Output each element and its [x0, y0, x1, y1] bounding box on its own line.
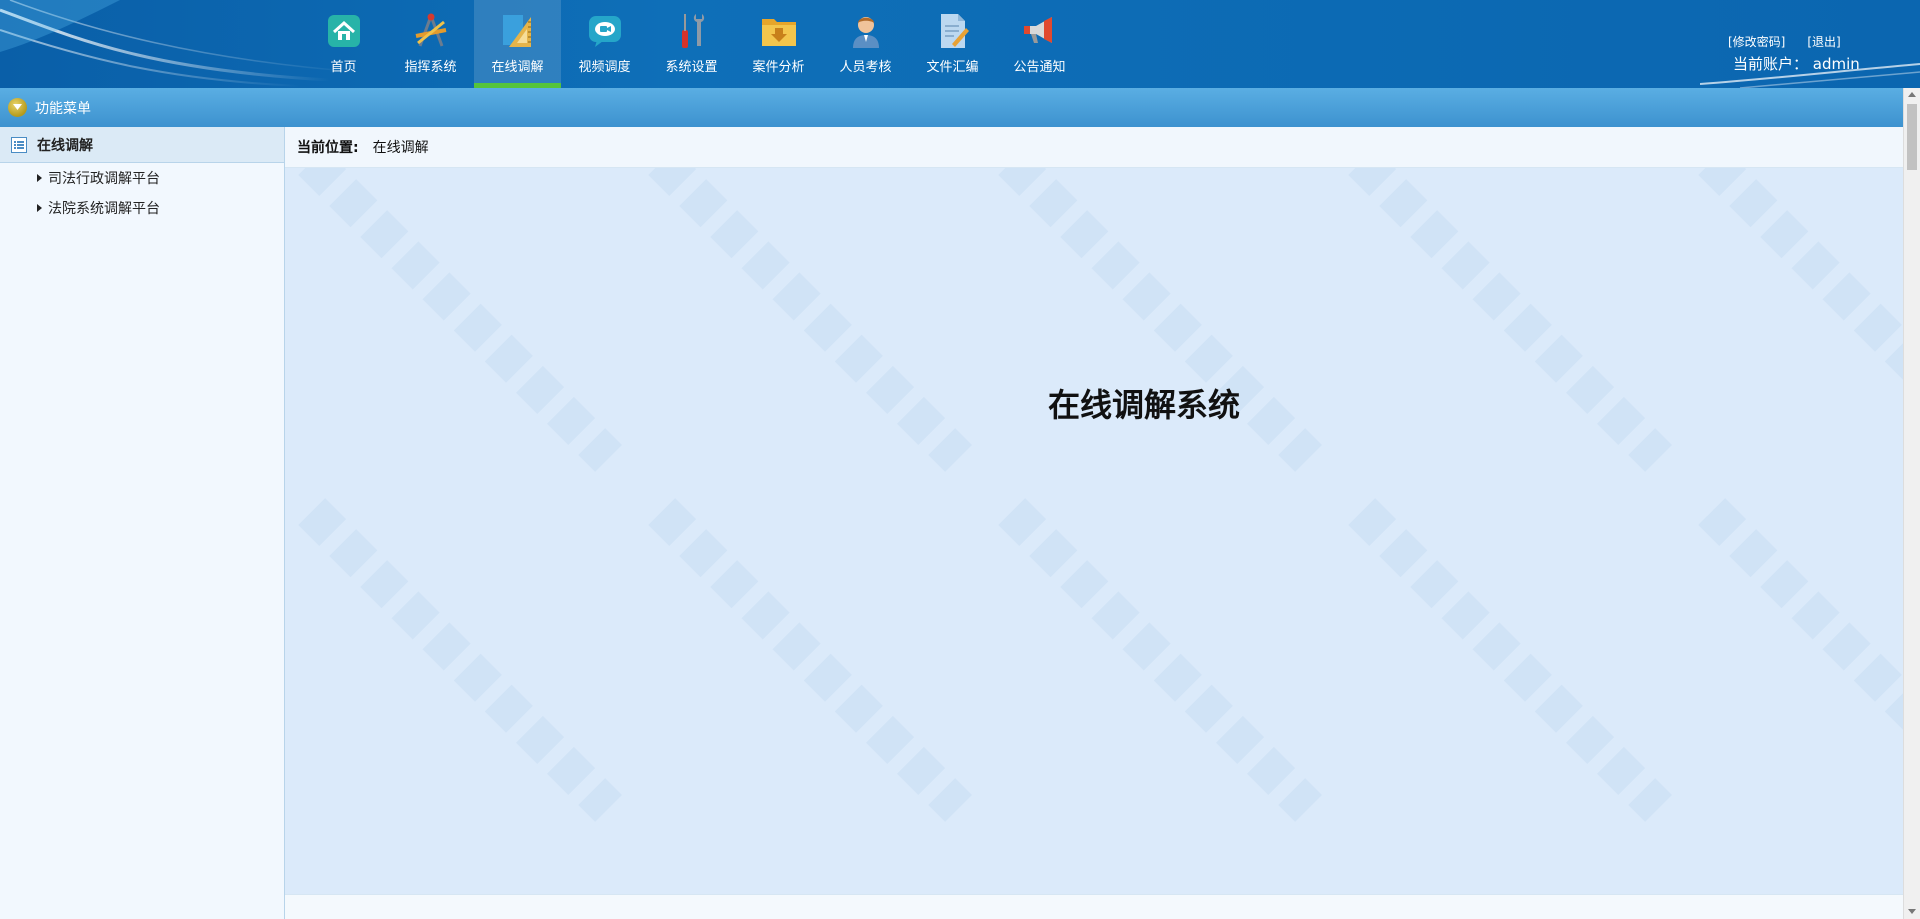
triangle-right-icon: [37, 204, 42, 212]
compass-icon: [415, 13, 446, 47]
breadcrumb-label: 当前位置:: [297, 140, 359, 156]
nav-item-online-mediation[interactable]: 在线调解: [474, 0, 561, 88]
nav-label: 视频调度: [578, 60, 631, 75]
breadcrumb-current: 在线调解: [372, 140, 429, 156]
main-panel: 当前位置: 在线调解 在线调解系统: [285, 127, 1903, 919]
watermark-stripe: [1348, 498, 1672, 822]
home-icon: [327, 15, 360, 47]
triangle-right-icon: [37, 174, 42, 182]
megaphone-icon: [1023, 17, 1052, 43]
current-account: 当前账户： admin: [1733, 55, 1860, 73]
watermark-stripe: [648, 498, 972, 822]
function-menu-label: 功能菜单: [35, 100, 91, 117]
chat-icon: [588, 16, 621, 47]
content-area: 在线调解系统: [285, 168, 1903, 894]
nav-label: 人员考核: [839, 60, 892, 75]
ruler-icon: [502, 15, 531, 47]
change-password-link[interactable]: [修改密码]: [1728, 33, 1785, 50]
sidebar-item-court-system[interactable]: 法院系统调解平台: [0, 193, 284, 223]
nav-item-case-analysis[interactable]: 案件分析: [735, 0, 822, 88]
document-icon: [940, 14, 969, 48]
nav-item-video-dispatch[interactable]: 视频调度: [561, 0, 648, 88]
sidebar-item-label: 法院系统调解平台: [48, 201, 160, 217]
nav-item-system-settings[interactable]: 系统设置: [648, 0, 735, 88]
nav-label: 指挥系统: [404, 60, 457, 75]
nav-label: 在线调解: [491, 60, 544, 75]
nav-item-announcements[interactable]: 公告通知: [996, 0, 1083, 88]
page-title: 在线调解系统: [1047, 386, 1240, 424]
collapse-toggle-icon[interactable]: [8, 98, 27, 117]
nav-item-home[interactable]: 首页: [300, 0, 387, 88]
watermark-stripe: [998, 498, 1322, 822]
function-menu-bar: 功能菜单: [0, 88, 1920, 127]
nav-label: 案件分析: [752, 60, 805, 75]
scroll-up-icon[interactable]: [1908, 92, 1916, 97]
watermark-stripe: [1698, 498, 1903, 822]
scroll-thumb[interactable]: [1907, 104, 1917, 170]
content-footer: [285, 894, 1903, 919]
folder-icon: [761, 19, 796, 46]
logout-link[interactable]: [退出]: [1807, 33, 1840, 50]
top-header: 首页 指挥系统 在线调解 视频调度 系统设置 案件分析 人员考核 文件汇编 公告…: [0, 0, 1920, 88]
nav-item-command[interactable]: 指挥系统: [387, 0, 474, 88]
watermark-stripe: [298, 498, 622, 822]
nav-item-document-compilation[interactable]: 文件汇编: [909, 0, 996, 88]
nav-label: 文件汇编: [926, 60, 979, 75]
list-icon: [11, 136, 27, 153]
top-links: [修改密码] [退出]: [1728, 33, 1841, 50]
scroll-down-icon[interactable]: [1908, 909, 1916, 914]
nav-label: 公告通知: [1013, 60, 1066, 75]
watermark-stripe: [998, 168, 1322, 472]
sidebar-item-judicial-admin[interactable]: 司法行政调解平台: [0, 163, 284, 193]
nav-item-staff-assessment[interactable]: 人员考核: [822, 0, 909, 88]
tools-icon: [681, 14, 704, 48]
chevron-down-icon: [13, 104, 22, 110]
person-icon: [852, 17, 879, 48]
sidebar: 在线调解 司法行政调解平台 法院系统调解平台: [0, 127, 285, 919]
watermark-stripe: [298, 168, 622, 472]
sidebar-group-online-mediation[interactable]: 在线调解: [0, 127, 284, 163]
sidebar-group-label: 在线调解: [37, 137, 93, 154]
nav-label: 系统设置: [665, 60, 718, 75]
sidebar-item-label: 司法行政调解平台: [48, 171, 160, 187]
watermark-stripe: [1348, 168, 1672, 472]
main-nav: 首页 指挥系统 在线调解 视频调度 系统设置 案件分析 人员考核 文件汇编 公告…: [300, 0, 1083, 88]
nav-label: 首页: [330, 60, 357, 75]
watermark-stripe: [1698, 168, 1903, 472]
breadcrumb: 当前位置: 在线调解: [285, 127, 1903, 168]
watermark-stripe: [648, 168, 972, 472]
page-scrollbar[interactable]: [1903, 88, 1920, 919]
